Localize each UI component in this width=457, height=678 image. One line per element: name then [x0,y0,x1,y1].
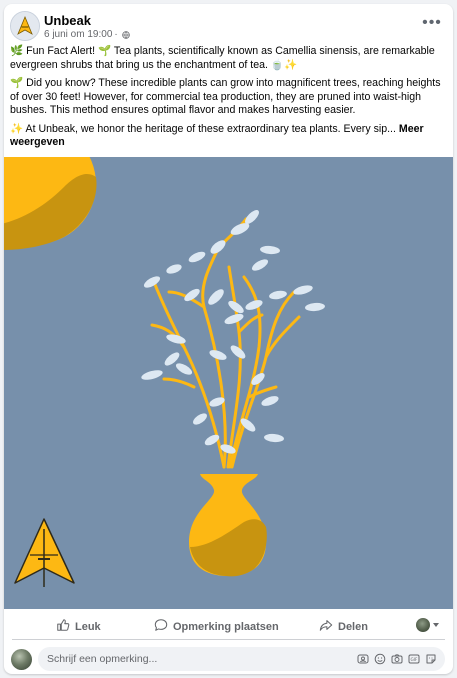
thumbs-up-icon [56,618,70,635]
sticker-icon[interactable] [425,653,437,665]
post-text: 🌿 Fun Fact Alert! 🌱 Tea plants, scientif… [10,45,443,155]
comment-tools: GIF [357,653,437,665]
like-button[interactable]: Leuk [56,618,101,635]
meta-separator: · [114,29,118,40]
avatar-sticker-icon[interactable] [357,653,369,665]
post-date[interactable]: 6 juni om 19:00 [44,29,112,40]
post-meta: 6 juni om 19:00 · [44,29,130,40]
page-avatar[interactable] [10,11,40,41]
chevron-down-icon [433,623,439,627]
react-as-selector[interactable] [416,618,439,632]
post-image[interactable] [4,157,453,609]
comment-button[interactable]: Opmerking plaatsen [154,618,279,635]
svg-text:GIF: GIF [411,657,418,662]
post-paragraph-2: 🌱 Did you know? These incredible plants … [10,77,441,116]
speech-bubble-icon [154,618,168,635]
commenter-avatar[interactable] [11,649,32,670]
share-label: Delen [338,620,368,633]
share-arrow-icon [319,618,333,635]
profile-avatar [416,618,430,632]
page-name[interactable]: Unbeak [44,13,91,28]
post-paragraph-3: ✨ At Unbeak, we honor the heritage of th… [10,123,443,150]
gif-icon[interactable]: GIF [408,653,420,665]
comment-label: Opmerking plaatsen [173,620,279,633]
unbeak-logo-icon [11,12,39,40]
globe-icon [121,30,130,39]
camera-icon[interactable] [391,653,403,665]
post-card: Unbeak 6 juni om 19:00 · ••• 🌿 Fun Fact … [4,4,453,674]
emoji-icon[interactable] [374,653,386,665]
comment-composer: GIF [4,644,453,674]
like-label: Leuk [75,620,101,633]
more-options-button[interactable]: ••• [421,14,443,32]
divider [12,639,445,640]
post-paragraph-1: 🌿 Fun Fact Alert! 🌱 Tea plants, scientif… [10,45,435,71]
tea-plant-illustration [4,157,453,609]
post-header: Unbeak 6 juni om 19:00 · ••• [4,4,453,44]
post-paragraph-3-text: ✨ At Unbeak, we honor the heritage of th… [10,122,396,135]
post-actions: Leuk Opmerking plaatsen Delen [4,610,453,640]
more-horizontal-icon: ••• [422,14,442,31]
share-button[interactable]: Delen [319,618,368,635]
